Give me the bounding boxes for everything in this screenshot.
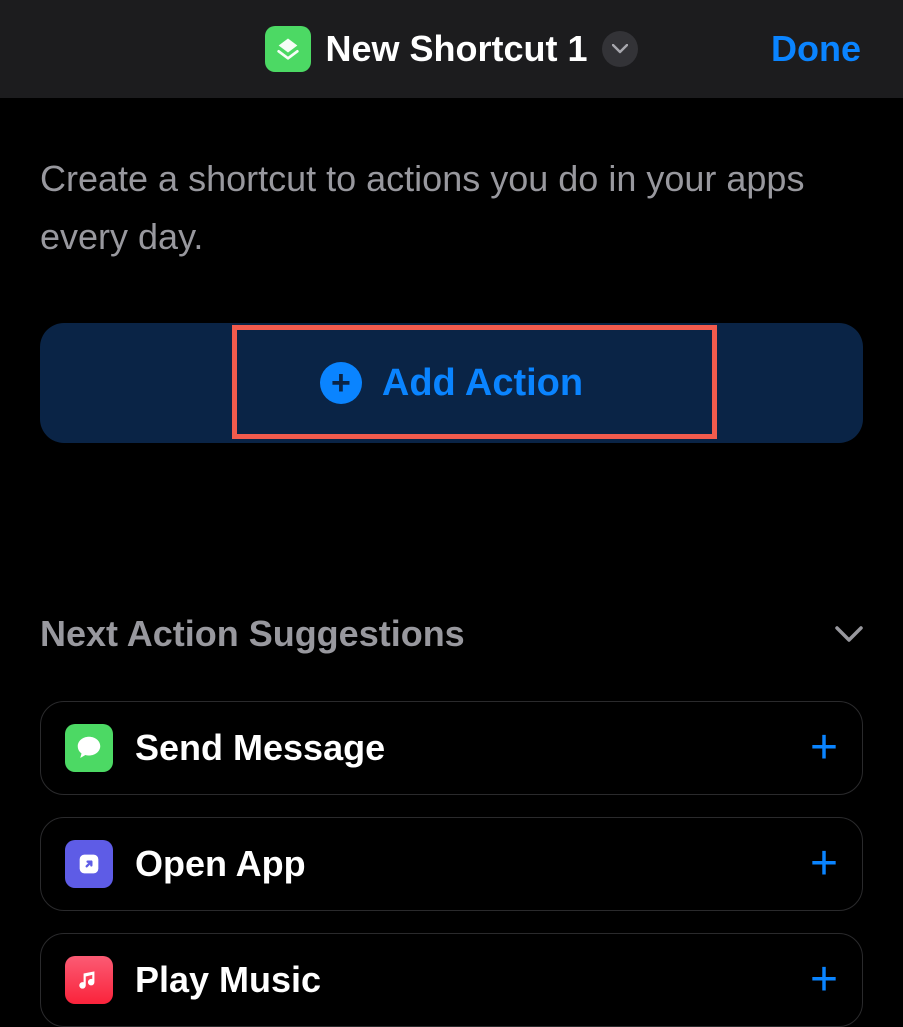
content-area: Create a shortcut to actions you do in y…	[0, 150, 903, 1027]
suggestion-send-message[interactable]: Send Message +	[40, 701, 863, 795]
suggestions-section: Next Action Suggestions Send Message +	[40, 613, 863, 1027]
plus-circle-icon: +	[320, 362, 362, 404]
suggestions-header[interactable]: Next Action Suggestions	[40, 613, 863, 655]
suggestion-open-app[interactable]: Open App +	[40, 817, 863, 911]
add-suggestion-button[interactable]: +	[810, 724, 838, 772]
suggestion-label: Open App	[135, 843, 810, 885]
add-suggestion-button[interactable]: +	[810, 840, 838, 888]
chevron-down-icon	[835, 626, 863, 642]
add-suggestion-button[interactable]: +	[810, 956, 838, 1004]
shortcuts-open-icon	[65, 840, 113, 888]
header-bar: New Shortcut 1 Done	[0, 0, 903, 98]
title-options-button[interactable]	[602, 31, 638, 67]
title-group[interactable]: New Shortcut 1	[265, 26, 637, 72]
suggestion-label: Play Music	[135, 959, 810, 1001]
suggestion-play-music[interactable]: Play Music +	[40, 933, 863, 1027]
suggestion-list: Send Message + Open App +	[40, 701, 863, 1027]
shortcut-title: New Shortcut 1	[325, 28, 587, 70]
chevron-down-icon	[612, 44, 628, 54]
add-action-button[interactable]: + Add Action	[40, 323, 863, 443]
suggestion-label: Send Message	[135, 727, 810, 769]
messages-icon	[65, 724, 113, 772]
suggestions-title: Next Action Suggestions	[40, 613, 465, 655]
done-button[interactable]: Done	[771, 28, 861, 70]
shortcuts-app-icon	[265, 26, 311, 72]
music-icon	[65, 956, 113, 1004]
instruction-text: Create a shortcut to actions you do in y…	[40, 150, 863, 265]
add-action-label: Add Action	[382, 362, 583, 405]
